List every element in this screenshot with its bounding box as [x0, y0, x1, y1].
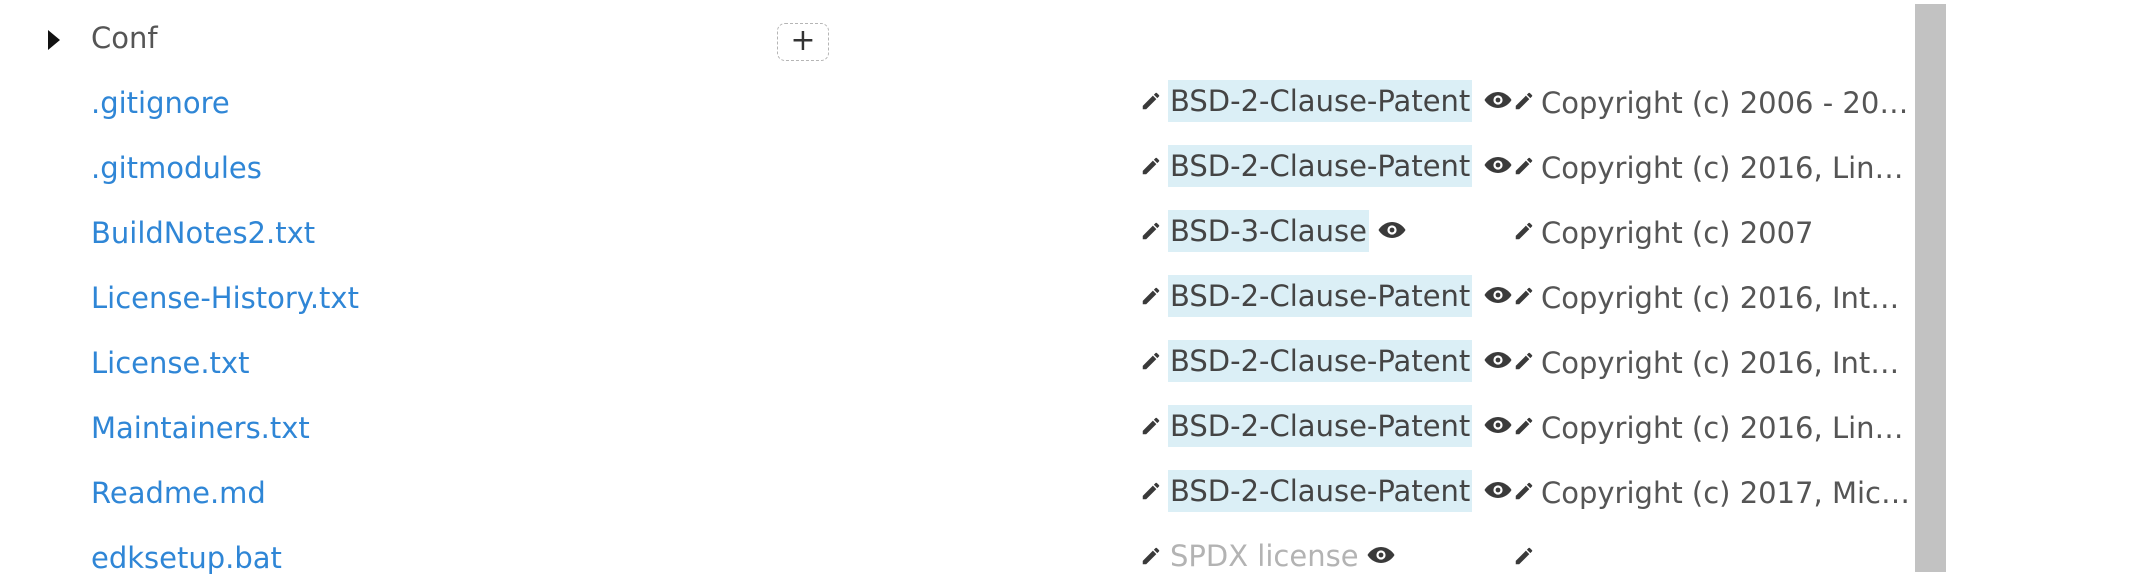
file-link[interactable]: BuildNotes2.txt [91, 216, 315, 250]
pencil-icon[interactable] [1513, 155, 1535, 177]
eye-icon[interactable] [1366, 544, 1396, 566]
eye-icon[interactable] [1483, 414, 1513, 436]
pencil-icon[interactable] [1513, 545, 1535, 567]
pencil-icon[interactable] [1140, 285, 1162, 307]
pencil-icon[interactable] [1513, 90, 1535, 112]
eye-icon[interactable] [1483, 349, 1513, 371]
license-tag[interactable]: SPDX license [1168, 535, 1361, 577]
pencil-icon[interactable] [1513, 220, 1535, 242]
eye-icon[interactable] [1377, 219, 1407, 241]
file-row: .gitignore BSD-2-Clause-Patent Copyright… [0, 72, 1920, 128]
license-tag[interactable]: BSD-3-Clause [1168, 210, 1369, 252]
license-tag[interactable]: BSD-2-Clause-Patent [1168, 80, 1473, 122]
file-row: License-History.txt BSD-2-Clause-Patent … [0, 267, 1920, 323]
copyright-text: Copyright (c) 2016, Intel Corporation [1541, 281, 1915, 315]
scrollbar[interactable] [1915, 4, 1946, 572]
copyright-text: Copyright (c) 2016, Intel Corporation [1541, 346, 1915, 380]
copyright-text: Copyright (c) 2016, Linaro Limited [1541, 151, 1915, 185]
pencil-icon[interactable] [1140, 220, 1162, 242]
file-row: BuildNotes2.txt BSD-3-Clause Copyright (… [0, 202, 1920, 258]
pencil-icon[interactable] [1513, 285, 1535, 307]
file-link[interactable]: Maintainers.txt [91, 411, 310, 445]
license-tag[interactable]: BSD-2-Clause-Patent [1168, 470, 1473, 512]
pencil-icon[interactable] [1140, 545, 1162, 567]
eye-icon[interactable] [1483, 154, 1513, 176]
eye-icon[interactable] [1483, 89, 1513, 111]
pencil-icon[interactable] [1140, 90, 1162, 112]
file-row: Readme.md BSD-2-Clause-Patent Copyright … [0, 462, 1920, 518]
file-link[interactable]: .gitmodules [91, 151, 262, 185]
pencil-icon[interactable] [1140, 415, 1162, 437]
add-button[interactable]: + [777, 23, 829, 61]
copyright-text: Copyright (c) 2006 - 2016, Intel Corpora… [1541, 86, 1915, 120]
file-row: .gitmodules BSD-2-Clause-Patent Copyrigh… [0, 137, 1920, 193]
folder-row-conf[interactable]: Conf + [0, 7, 1920, 63]
file-row: Maintainers.txt BSD-2-Clause-Patent Copy… [0, 397, 1920, 453]
pencil-icon[interactable] [1513, 480, 1535, 502]
pencil-icon[interactable] [1513, 415, 1535, 437]
file-row: edksetup.bat SPDX license [0, 527, 1920, 583]
file-link[interactable]: License-History.txt [91, 281, 359, 315]
file-link[interactable]: License.txt [91, 346, 249, 380]
pencil-icon[interactable] [1140, 480, 1162, 502]
license-tag[interactable]: BSD-2-Clause-Patent [1168, 275, 1473, 317]
file-row: License.txt BSD-2-Clause-Patent Copyrigh… [0, 332, 1920, 388]
file-tree: Conf + .gitignore BSD-2-Clause-Patent Co… [0, 0, 1920, 575]
pencil-icon[interactable] [1140, 350, 1162, 372]
license-tag[interactable]: BSD-2-Clause-Patent [1168, 145, 1473, 187]
folder-name[interactable]: Conf [91, 21, 158, 55]
caret-right-icon[interactable] [48, 30, 60, 50]
eye-icon[interactable] [1483, 479, 1513, 501]
file-link[interactable]: .gitignore [91, 86, 230, 120]
copyright-text: Copyright (c) 2017, Microsoft Corporatio… [1541, 476, 1915, 510]
copyright-text: Copyright (c) 2016, Linaro Limited [1541, 411, 1915, 445]
pencil-icon[interactable] [1140, 155, 1162, 177]
file-link[interactable]: Readme.md [91, 476, 266, 510]
file-link[interactable]: edksetup.bat [91, 541, 282, 575]
copyright-text: Copyright (c) 2007 [1541, 216, 1814, 250]
eye-icon[interactable] [1483, 284, 1513, 306]
pencil-icon[interactable] [1513, 350, 1535, 372]
license-tag[interactable]: BSD-2-Clause-Patent [1168, 405, 1473, 447]
license-tag[interactable]: BSD-2-Clause-Patent [1168, 340, 1473, 382]
